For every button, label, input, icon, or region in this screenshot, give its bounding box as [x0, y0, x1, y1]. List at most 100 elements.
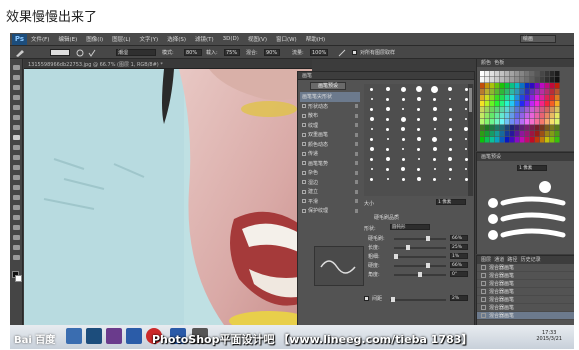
color-swatch[interactable] — [510, 71, 515, 77]
menu-edit[interactable]: 编辑(E) — [58, 35, 77, 43]
brush-tip[interactable] — [432, 117, 437, 121]
history-brush-tool-icon[interactable] — [13, 155, 20, 160]
brush-tip[interactable] — [433, 177, 437, 181]
color-swatch[interactable] — [505, 83, 510, 89]
color-swatch[interactable] — [515, 131, 520, 137]
color-swatch[interactable] — [480, 119, 485, 125]
color-swatch[interactable] — [545, 113, 550, 119]
history-row[interactable]: 混合器画笔 — [477, 304, 574, 312]
color-swatch[interactable] — [525, 131, 530, 137]
color-swatch[interactable] — [515, 95, 520, 101]
color-swatch[interactable] — [480, 89, 485, 95]
brush-setting-item[interactable]: 双重画笔 — [300, 130, 360, 140]
color-swatch[interactable] — [530, 89, 535, 95]
brush-tip[interactable] — [386, 147, 390, 151]
color-swatch[interactable] — [555, 83, 560, 89]
ie-icon[interactable] — [66, 328, 82, 344]
load-field[interactable]: 75% — [224, 49, 240, 56]
menu-select[interactable]: 选择(S) — [167, 35, 186, 43]
color-swatch[interactable] — [520, 113, 525, 119]
bristle-param-slider[interactable] — [394, 236, 446, 241]
color-swatch[interactable] — [520, 71, 525, 77]
swatch-grid[interactable] — [480, 71, 560, 145]
menu-help[interactable]: 帮助(H) — [306, 35, 325, 43]
color-swatch[interactable] — [540, 125, 545, 131]
color-swatch[interactable] — [480, 83, 485, 89]
brush-tip[interactable] — [400, 86, 406, 92]
color-swatch[interactable] — [535, 71, 540, 77]
menu-3d[interactable]: 3D(D) — [223, 36, 239, 42]
canvas[interactable] — [24, 69, 312, 325]
color-swatch[interactable] — [520, 131, 525, 137]
brush-setting-item[interactable]: 颜色动态 — [300, 140, 360, 150]
brush-tip[interactable] — [432, 147, 437, 151]
color-swatch[interactable] — [480, 107, 485, 113]
color-swatch[interactable] — [505, 113, 510, 119]
color-swatch[interactable] — [485, 131, 490, 137]
color-swatch[interactable] — [505, 89, 510, 95]
color-swatch[interactable] — [535, 95, 540, 101]
brush-tip[interactable] — [401, 177, 405, 181]
color-swatch[interactable] — [545, 107, 550, 113]
brush-tip[interactable] — [417, 167, 421, 171]
color-swatch[interactable] — [480, 71, 485, 77]
healing-tool-icon[interactable] — [13, 125, 20, 130]
color-swatch[interactable] — [550, 77, 555, 83]
color-swatch[interactable] — [550, 131, 555, 137]
color-swatch[interactable] — [505, 95, 510, 101]
color-swatch[interactable] — [550, 107, 555, 113]
brush-tip[interactable] — [385, 107, 390, 111]
brush-tip[interactable] — [400, 116, 406, 122]
move-tool-icon[interactable] — [13, 65, 20, 70]
color-swatch[interactable] — [505, 101, 510, 107]
color-swatch[interactable] — [545, 119, 550, 125]
color-swatch[interactable] — [550, 83, 555, 89]
color-swatch[interactable] — [535, 89, 540, 95]
color-swatch[interactable] — [530, 137, 535, 143]
brush-tip[interactable] — [433, 97, 437, 101]
load-brush-icon[interactable] — [88, 49, 96, 57]
color-swatch[interactable] — [540, 71, 545, 77]
color-swatch[interactable] — [510, 119, 515, 125]
color-swatch[interactable] — [480, 113, 485, 119]
color-swatch[interactable] — [495, 137, 500, 143]
bristle-param-slider[interactable] — [394, 272, 446, 277]
premiere-icon[interactable] — [106, 328, 122, 344]
eraser-tool-icon[interactable] — [13, 165, 20, 170]
history-row[interactable]: 混合器画笔 — [477, 280, 574, 288]
brush-tip[interactable] — [370, 98, 373, 100]
menu-view[interactable]: 视图(V) — [248, 35, 267, 43]
bristle-param-slider[interactable] — [394, 245, 446, 250]
color-swatch[interactable] — [550, 101, 555, 107]
workspace-select[interactable]: 绘画 — [520, 35, 556, 43]
color-swatch[interactable] — [515, 125, 520, 131]
color-swatch[interactable] — [500, 95, 505, 101]
color-swatch[interactable] — [545, 83, 550, 89]
brush-presets-tab[interactable]: 画笔预设 — [477, 153, 574, 161]
color-swatch[interactable] — [535, 113, 540, 119]
menu-window[interactable]: 窗口(W) — [276, 35, 297, 43]
brush-grid-scrollbar[interactable] — [468, 84, 473, 196]
color-swatch[interactable] — [495, 71, 500, 77]
brush-panel-tab[interactable]: 画笔 — [298, 72, 474, 80]
color-swatch[interactable] — [505, 71, 510, 77]
color-swatch[interactable] — [500, 131, 505, 137]
dodge-tool-icon[interactable] — [13, 195, 20, 200]
brush-tip[interactable] — [402, 108, 405, 110]
color-swatch[interactable] — [510, 113, 515, 119]
color-swatch[interactable] — [535, 131, 540, 137]
color-swatch[interactable] — [525, 137, 530, 143]
brush-tip[interactable] — [448, 137, 452, 141]
brush-tip[interactable] — [448, 127, 452, 131]
color-swatch[interactable] — [500, 137, 505, 143]
color-swatch[interactable] — [530, 77, 535, 83]
pen-tool-icon[interactable] — [13, 205, 20, 210]
color-swatch[interactable] — [545, 125, 550, 131]
brush-tip[interactable] — [370, 87, 374, 91]
brush-tip[interactable] — [448, 147, 452, 151]
color-swatch[interactable] — [505, 107, 510, 113]
brush-tip[interactable] — [433, 168, 436, 170]
brush-tip[interactable] — [385, 157, 390, 161]
brush-setting-item[interactable]: 平滑 — [300, 197, 360, 207]
color-swatch[interactable] — [555, 77, 560, 83]
